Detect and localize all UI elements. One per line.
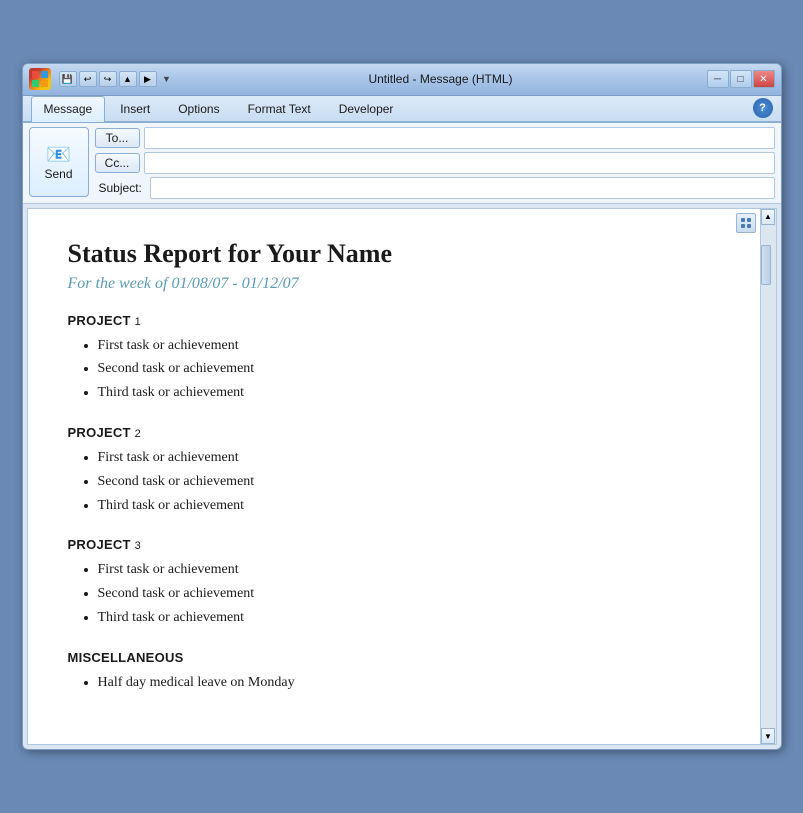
tab-format-text[interactable]: Format Text (235, 96, 324, 121)
subject-label: Subject: (95, 179, 146, 197)
undo-btn[interactable]: ↩ (79, 71, 97, 87)
list-item: Second task or achievement (98, 582, 720, 606)
accessibility-icon[interactable] (736, 213, 756, 233)
miscellaneous-section: MISCELLANEOUS Half day medical leave on … (68, 650, 720, 695)
scrollbar[interactable]: ▲ ▼ (760, 209, 776, 745)
project-2-tasks: First task or achievement Second task or… (68, 446, 720, 517)
quick-access-toolbar: 💾 ↩ ↪ ▲ ▶ ▼ (59, 71, 175, 87)
send-button[interactable]: 📧 Send (29, 127, 89, 197)
list-item: Third task or achievement (98, 606, 720, 630)
scroll-down-button[interactable]: ▼ (761, 728, 775, 744)
minimize-button[interactable]: ─ (707, 70, 729, 88)
tab-options[interactable]: Options (165, 96, 232, 121)
list-item: Third task or achievement (98, 494, 720, 518)
miscellaneous-tasks: Half day medical leave on Monday (68, 671, 720, 695)
tab-insert[interactable]: Insert (107, 96, 163, 121)
email-subtitle: For the week of 01/08/07 - 01/12/07 (68, 275, 720, 293)
list-item: First task or achievement (98, 446, 720, 470)
subject-input[interactable] (150, 177, 775, 199)
project-1-label: PROJECT 1 (68, 313, 720, 328)
outlook-window: 💾 ↩ ↪ ▲ ▶ ▼ Untitled - Message (HTML) ─ … (22, 63, 782, 751)
ribbon-tab-bar: Message Insert Options Format Text Devel… (23, 96, 781, 122)
email-title: Status Report for Your Name (68, 239, 720, 269)
header-fields: 📧 Send To... Cc... Subject: (23, 123, 781, 204)
app-logo (29, 68, 51, 90)
maximize-button[interactable]: □ (730, 70, 752, 88)
miscellaneous-label: MISCELLANEOUS (68, 650, 720, 665)
window-title: Untitled - Message (HTML) (179, 72, 703, 86)
tab-message[interactable]: Message (31, 96, 106, 122)
cc-button[interactable]: Cc... (95, 153, 140, 173)
list-item: Second task or achievement (98, 470, 720, 494)
list-item: Second task or achievement (98, 357, 720, 381)
send-icon: 📧 (46, 142, 71, 167)
tab-developer[interactable]: Developer (326, 96, 407, 121)
send-quick-btn[interactable]: ▶ (139, 71, 157, 87)
project-1-section: PROJECT 1 First task or achievement Seco… (68, 313, 720, 405)
cc-row: Cc... (95, 152, 775, 174)
project-3-section: PROJECT 3 First task or achievement Seco… (68, 537, 720, 629)
subject-row: Subject: (95, 177, 775, 199)
project-2-label: PROJECT 2 (68, 425, 720, 440)
title-bar: 💾 ↩ ↪ ▲ ▶ ▼ Untitled - Message (HTML) ─ … (23, 64, 781, 96)
window-controls: ─ □ ✕ (707, 70, 775, 88)
list-item: First task or achievement (98, 334, 720, 358)
to-row: To... (95, 127, 775, 149)
to-input[interactable] (144, 127, 775, 149)
project-2-section: PROJECT 2 First task or achievement Seco… (68, 425, 720, 517)
close-button[interactable]: ✕ (753, 70, 775, 88)
list-item: Half day medical leave on Monday (98, 671, 720, 695)
list-item: First task or achievement (98, 558, 720, 582)
help-button[interactable]: ? (753, 98, 773, 118)
email-body-area: ▲ ▼ Status Report for Your Name For the … (27, 208, 777, 746)
up-btn[interactable]: ▲ (119, 71, 137, 87)
to-button[interactable]: To... (95, 128, 140, 148)
email-body-content[interactable]: Status Report for Your Name For the week… (28, 209, 776, 745)
scroll-up-button[interactable]: ▲ (761, 209, 775, 225)
address-fields: To... Cc... Subject: (95, 127, 775, 199)
cc-input[interactable] (144, 152, 775, 174)
send-label: Send (44, 167, 72, 181)
list-item: Third task or achievement (98, 381, 720, 405)
redo-btn[interactable]: ↪ (99, 71, 117, 87)
ribbon: Message Insert Options Format Text Devel… (23, 96, 781, 123)
project-3-label: PROJECT 3 (68, 537, 720, 552)
dropdown-arrow[interactable]: ▼ (159, 71, 175, 87)
save-quick-btn[interactable]: 💾 (59, 71, 77, 87)
scroll-thumb[interactable] (761, 245, 771, 285)
project-1-tasks: First task or achievement Second task or… (68, 334, 720, 405)
project-3-tasks: First task or achievement Second task or… (68, 558, 720, 629)
